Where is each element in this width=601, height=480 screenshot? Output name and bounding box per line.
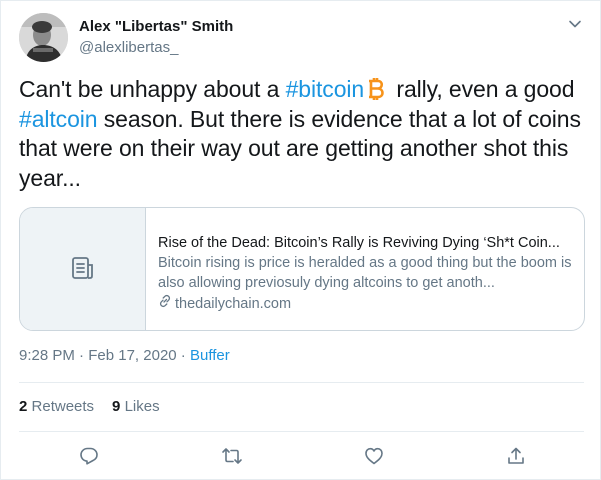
retweet-icon[interactable] [219,443,245,469]
hashtag-altcoin[interactable]: #altcoin [19,106,98,132]
tweet-meta: 9:28 PM · Feb 17, 2020 · Buffer [19,346,230,366]
tweet-text-part: season. But there is evidence that a lot… [19,105,581,191]
heart-icon[interactable] [361,443,387,469]
bitcoin-icon [366,78,386,100]
chevron-down-icon[interactable] [566,15,584,33]
link-icon [158,294,172,314]
card-body: Rise of the Dead: Bitcoin’s Rally is Rev… [158,233,578,314]
card-description: Bitcoin rising is price is heralded as a… [158,255,572,291]
author-handle[interactable]: @alexlibertas_ [79,38,233,58]
card-domain: thedailychain.com [158,294,578,314]
retweets-count: 2 [19,398,28,415]
author-display-name[interactable]: Alex "Libertas" Smith [79,17,233,37]
retweets-label: Retweets [31,398,95,415]
meta-separator: · [74,347,89,364]
tweet-text-part: rally, even a good [390,76,575,102]
tweet-date[interactable]: Feb 17, 2020 [88,347,176,364]
tweet-source[interactable]: Buffer [190,347,230,364]
divider [19,431,584,432]
tweet-text-part: Can't be unhappy about a [19,76,286,102]
card-title[interactable]: Rise of the Dead: Bitcoin’s Rally is Rev… [158,233,578,253]
tweet-stats: 2 Retweets 9 Likes [19,397,160,417]
likes-stat[interactable]: 9 Likes [112,398,160,415]
avatar[interactable] [19,13,68,62]
author-names: Alex "Libertas" Smith @alexlibertas_ [79,17,233,58]
link-card[interactable]: Rise of the Dead: Bitcoin’s Rally is Rev… [19,207,585,331]
meta-separator: · [176,347,190,364]
tweet-time[interactable]: 9:28 PM [19,347,75,364]
action-bar [1,443,601,469]
tweet-text: Can't be unhappy about a #bitcoin rally,… [19,75,584,193]
reply-icon[interactable] [76,443,102,469]
likes-count: 9 [112,398,121,415]
hashtag-bitcoin[interactable]: #bitcoin [286,76,365,102]
document-icon [70,255,96,286]
card-domain-text: thedailychain.com [175,296,292,312]
tweet-header: Alex "Libertas" Smith @alexlibertas_ [19,13,584,63]
likes-label: Likes [124,398,160,415]
retweets-stat[interactable]: 2 Retweets [19,398,94,415]
share-icon[interactable] [503,443,529,469]
tweet: Alex "Libertas" Smith @alexlibertas_ Can… [0,0,601,480]
divider [19,382,584,383]
card-thumbnail [20,208,146,330]
